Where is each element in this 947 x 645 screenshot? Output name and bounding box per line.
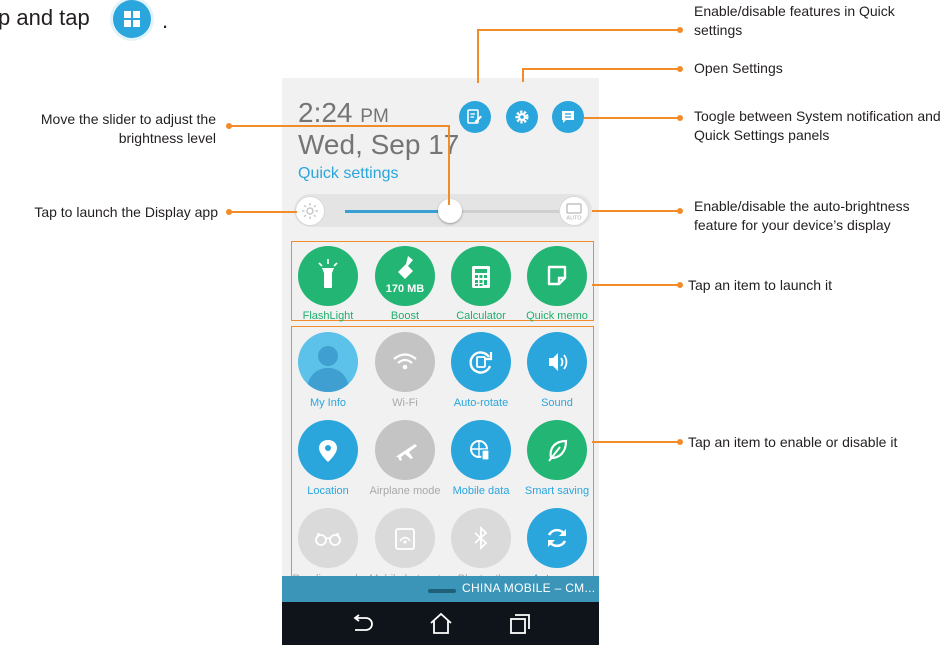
- mobile-data-label: Mobile data: [452, 485, 510, 497]
- quick-memo-label: Quick memo: [526, 310, 588, 322]
- reading-mode-tile[interactable]: [298, 508, 358, 568]
- gear-icon: [515, 110, 529, 124]
- callout-line-enable: [592, 441, 680, 443]
- status-handle: [428, 589, 456, 593]
- rotate-icon: [469, 351, 493, 374]
- sync-icon: [547, 528, 567, 548]
- mobile-hotspot-tile[interactable]: [375, 508, 435, 568]
- brightness-icon: [302, 203, 318, 219]
- callout-settings: Open Settings: [694, 60, 783, 76]
- settings-button[interactable]: [506, 101, 538, 133]
- bluetooth-tile[interactable]: [451, 508, 511, 568]
- my-info-tile[interactable]: [298, 332, 358, 392]
- callout-line-auto-brightness: [592, 210, 680, 212]
- callout-display-app: Tap to launch the Display app: [34, 204, 218, 220]
- mobile-data-tile[interactable]: [451, 420, 511, 480]
- carrier-name: CHINA MOBILE – CM...: [462, 581, 596, 595]
- callout-auto-brightness: Enable/disable the auto-brightness featu…: [694, 198, 910, 233]
- notification-list-icon: [562, 111, 574, 123]
- intro-text: p and tap: [0, 5, 90, 30]
- boost-memory-badge: 170 MB: [385, 283, 425, 295]
- callout-line-slider-v: [448, 125, 450, 205]
- callout-dot-enable: [677, 439, 683, 445]
- sound-tile[interactable]: [527, 332, 587, 392]
- callout-enable-item: Tap an item to enable or disable it: [688, 434, 898, 450]
- callout-line-settings-h: [522, 68, 680, 70]
- intro-suffix: .: [162, 8, 169, 33]
- auto-brightness-button[interactable]: AUTO: [559, 196, 589, 226]
- boost-tile[interactable]: 170 MB: [375, 246, 435, 306]
- callout-toggle-panels: Toogle between System notification and Q…: [694, 108, 941, 143]
- location-icon: [319, 440, 337, 462]
- callout-dot-settings: [677, 66, 683, 72]
- date: Wed, Sep 17: [298, 129, 460, 160]
- recent-apps-icon[interactable]: [509, 613, 531, 635]
- auto-rotate-tile[interactable]: [451, 332, 511, 392]
- callout-line-launch: [592, 284, 680, 286]
- calculator-label: Calculator: [456, 310, 506, 322]
- callout-line-slider-h: [229, 125, 449, 127]
- callout-slider: Move the slider to adjust the brightness…: [40, 111, 216, 146]
- wifi-label: Wi-Fi: [392, 397, 418, 409]
- wifi-tile[interactable]: [375, 332, 435, 392]
- flashlight-icon: [318, 259, 338, 288]
- calculator-icon: [472, 266, 490, 288]
- callout-dot-launch: [677, 282, 683, 288]
- quick-settings-panel: 2:24 PM Wed, Sep 17 Quick settings AUTO …: [282, 78, 599, 645]
- flashlight-tile[interactable]: [298, 246, 358, 306]
- callout-dot-features: [677, 27, 683, 33]
- edit-quick-settings-button[interactable]: [459, 101, 491, 133]
- brightness-fill: [345, 210, 450, 213]
- edit-icon: [467, 109, 482, 124]
- back-icon[interactable]: [350, 614, 374, 634]
- hotspot-icon: [395, 528, 415, 550]
- memo-icon: [547, 265, 567, 286]
- mobile-data-icon: [470, 440, 490, 461]
- airplane-icon: [395, 444, 417, 461]
- airplane-mode-tile[interactable]: [375, 420, 435, 480]
- auto-rotate-label: Auto-rotate: [453, 397, 509, 409]
- callout-line-panels: [584, 117, 680, 119]
- sound-icon: [549, 353, 568, 371]
- broom-icon: [398, 256, 413, 279]
- flashlight-label: FlashLight: [302, 310, 354, 322]
- glasses-icon: [315, 532, 341, 546]
- quick-settings-icon: [113, 0, 151, 38]
- callout-features: Enable/disable features in Quick setting…: [694, 3, 895, 38]
- calculator-tile[interactable]: [451, 246, 511, 306]
- auto-brightness-icon: AUTO: [566, 203, 582, 222]
- navigation-bar: [282, 602, 599, 645]
- quick-settings-label: Quick settings: [298, 165, 399, 182]
- bluetooth-icon: [474, 525, 488, 551]
- smart-saving-tile[interactable]: [527, 420, 587, 480]
- auto-sync-tile[interactable]: [527, 508, 587, 568]
- airplane-mode-label: Airplane mode: [369, 485, 441, 497]
- location-label: Location: [307, 485, 349, 497]
- boost-label: Boost: [390, 310, 420, 322]
- callout-line-features-v: [477, 29, 479, 83]
- sound-label: Sound: [541, 397, 573, 409]
- callout-line-display-app: [229, 211, 297, 213]
- smart-saving-label: Smart saving: [524, 485, 590, 497]
- svg-text:AUTO: AUTO: [566, 216, 582, 222]
- avatar-icon: [306, 346, 350, 392]
- panel-switch-button[interactable]: [552, 101, 584, 133]
- my-info-label: My Info: [309, 397, 347, 409]
- display-app-button[interactable]: [295, 196, 325, 226]
- callout-line-settings-v: [522, 68, 524, 82]
- home-icon[interactable]: [429, 611, 453, 635]
- callout-launch-item: Tap an item to launch it: [688, 277, 832, 293]
- callout-dot-auto-brightness: [677, 208, 683, 214]
- wifi-icon: [393, 353, 417, 370]
- location-tile[interactable]: [298, 420, 358, 480]
- callout-dot-panels: [677, 115, 683, 121]
- quick-memo-tile[interactable]: [527, 246, 587, 306]
- brightness-slider-handle[interactable]: [438, 199, 462, 223]
- leaf-icon: [548, 439, 568, 462]
- callout-line-features-h: [477, 29, 680, 31]
